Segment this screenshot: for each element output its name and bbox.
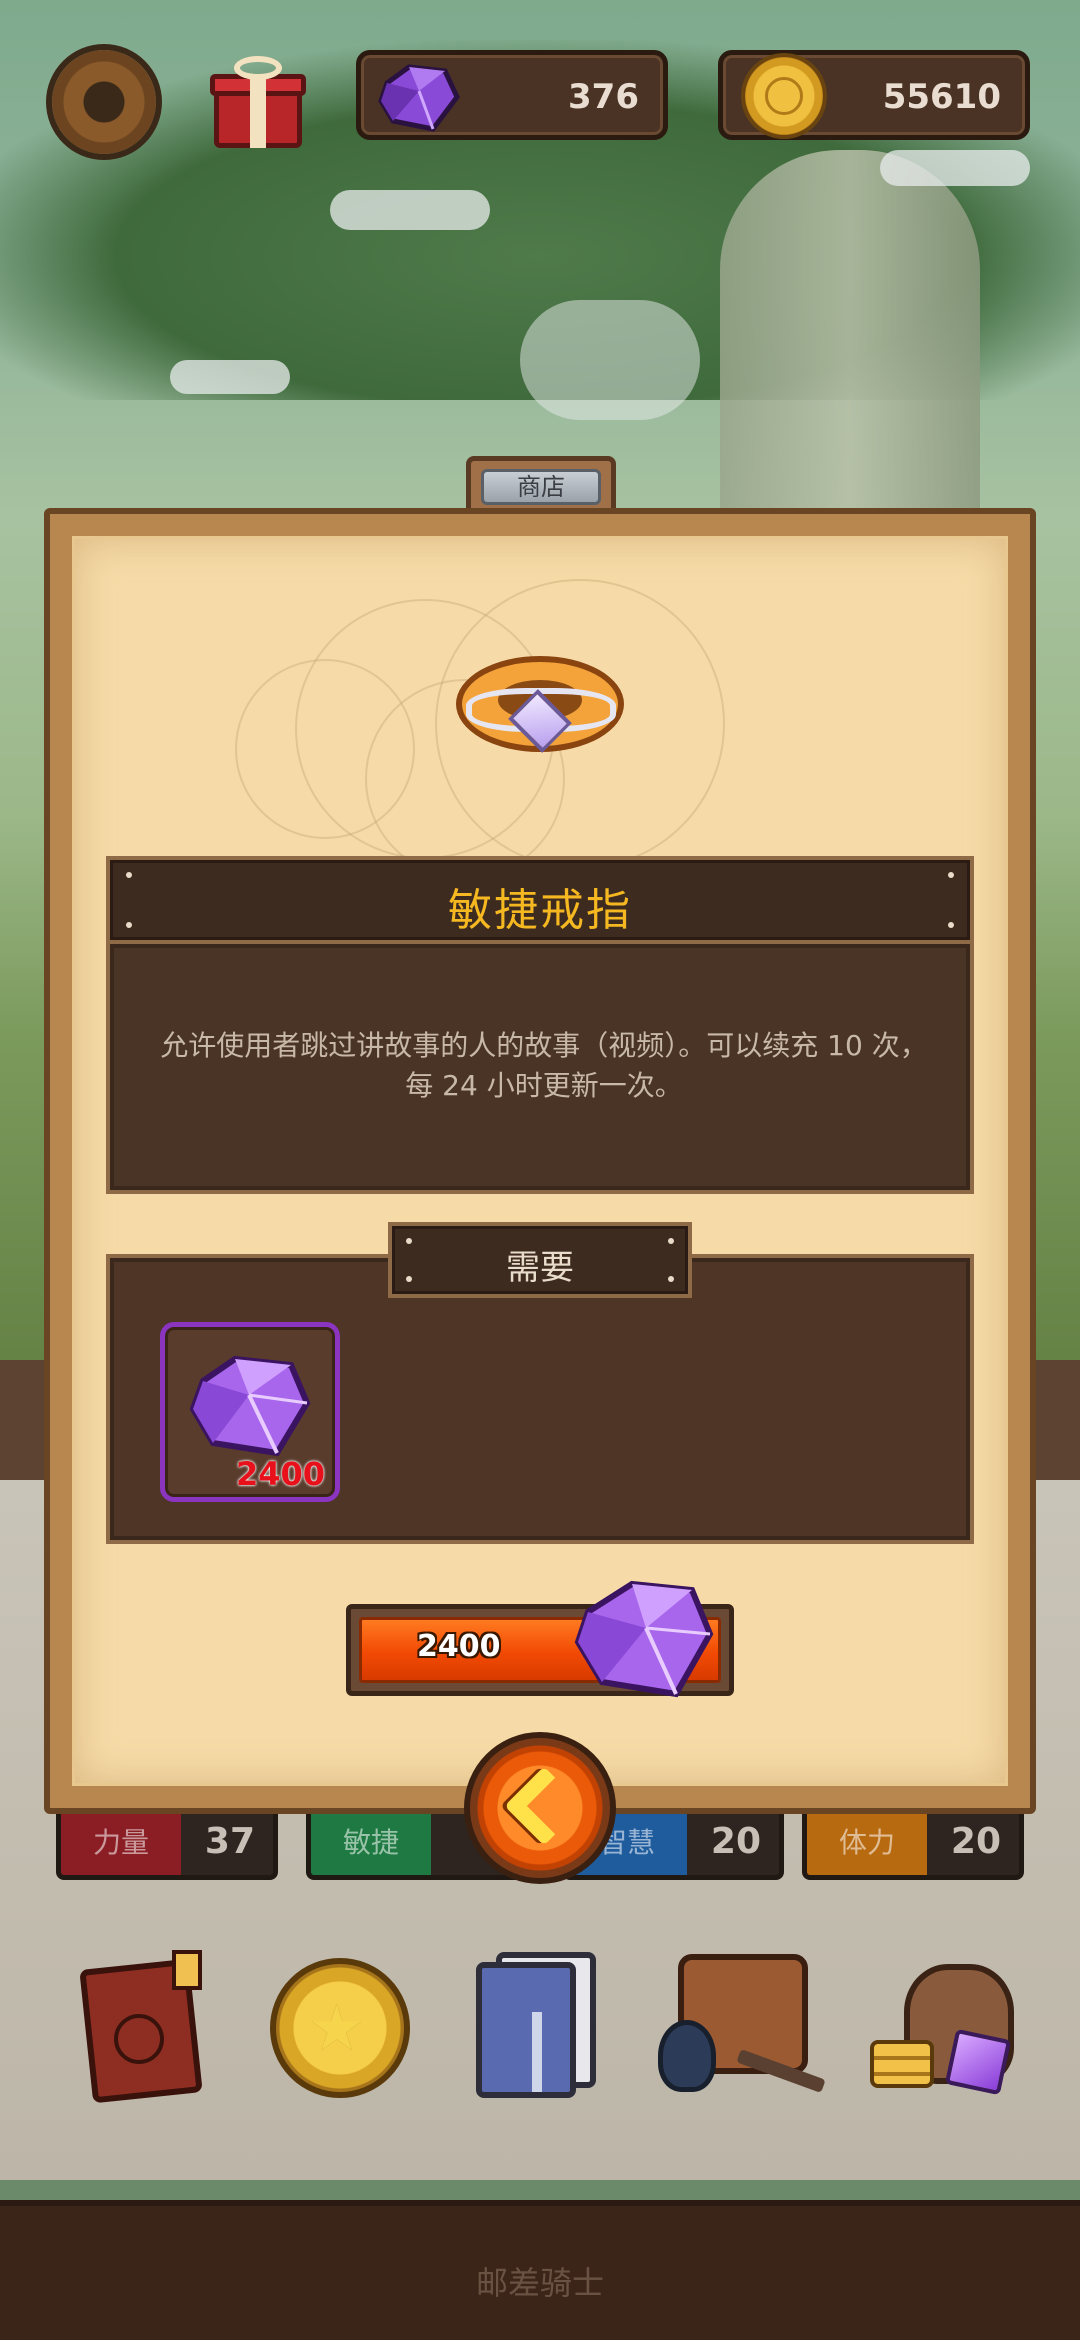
- treasure-icon[interactable]: [864, 1944, 1024, 2104]
- stat-label: 敏捷: [311, 1811, 431, 1875]
- coin-icon: [741, 53, 827, 139]
- journal-book-icon[interactable]: [76, 1944, 216, 2104]
- star-icon: ★: [308, 1992, 366, 2066]
- cloud: [520, 300, 700, 420]
- cards-icon[interactable]: [470, 1944, 610, 2104]
- stat-value: 20: [710, 1821, 761, 1862]
- requirement-gem-slot[interactable]: 2400: [160, 1322, 340, 1502]
- item-title-bar: 敏捷戒指: [106, 856, 974, 944]
- coin-counter[interactable]: 55610: [718, 50, 1030, 140]
- back-button[interactable]: [464, 1732, 616, 1884]
- stat-label: 力量: [61, 1811, 181, 1875]
- gift-ribbon: [250, 74, 266, 148]
- card-front: [476, 1962, 576, 2098]
- requirement-title-bar: 需要: [388, 1222, 692, 1298]
- shop-tab-label: 商店: [481, 469, 601, 505]
- stat-value: 20: [950, 1821, 1001, 1862]
- cloud: [880, 150, 1030, 186]
- buy-gem-icon: [574, 1580, 714, 1698]
- inventory-bag-icon[interactable]: [652, 1944, 832, 2104]
- stat-value: 37: [204, 1821, 255, 1862]
- cloud: [170, 360, 290, 394]
- stat-stamina: 体力 20: [802, 1806, 1024, 1880]
- coin-count: 55610: [882, 77, 1001, 117]
- gift-bow: [234, 56, 282, 80]
- requirement-amount: 2400: [235, 1455, 325, 1493]
- settings-gear-icon[interactable]: [38, 36, 170, 168]
- shop-tab: 商店: [466, 456, 616, 514]
- medal-icon[interactable]: ★: [264, 1944, 410, 2104]
- book-tag: [172, 1950, 202, 1990]
- potion-icon: [658, 2020, 716, 2092]
- treasure-gem: [944, 2028, 1012, 2096]
- agility-ring-icon: [452, 648, 628, 758]
- stat-strength: 力量 37: [56, 1806, 278, 1880]
- description-box: 允许使用者跳过讲故事的人的故事（视频）。可以续充 10 次，每 24 小时更新一…: [106, 940, 974, 1194]
- stat-label: 体力: [807, 1811, 927, 1875]
- item-title: 敏捷戒指: [448, 885, 632, 936]
- coin-stack: [870, 2040, 934, 2088]
- decorative-circle: [235, 659, 415, 839]
- buy-price: 2400: [417, 1629, 501, 1664]
- gift-icon[interactable]: [210, 56, 306, 148]
- book-face: [114, 2014, 164, 2064]
- sword-icon: [532, 2012, 542, 2092]
- gem-counter[interactable]: 376: [356, 50, 668, 140]
- gem-icon: [189, 1355, 311, 1457]
- chevron-left-icon: [504, 1766, 584, 1846]
- item-description: 允许使用者跳过讲故事的人的故事（视频）。可以续充 10 次，每 24 小时更新一…: [160, 1029, 928, 1102]
- requirement-title: 需要: [506, 1248, 574, 1288]
- bottom-bar-title: 邮差骑士: [475, 2264, 604, 2302]
- cloud: [330, 190, 490, 230]
- gem-icon: [378, 64, 460, 132]
- gem-count: 376: [568, 77, 639, 117]
